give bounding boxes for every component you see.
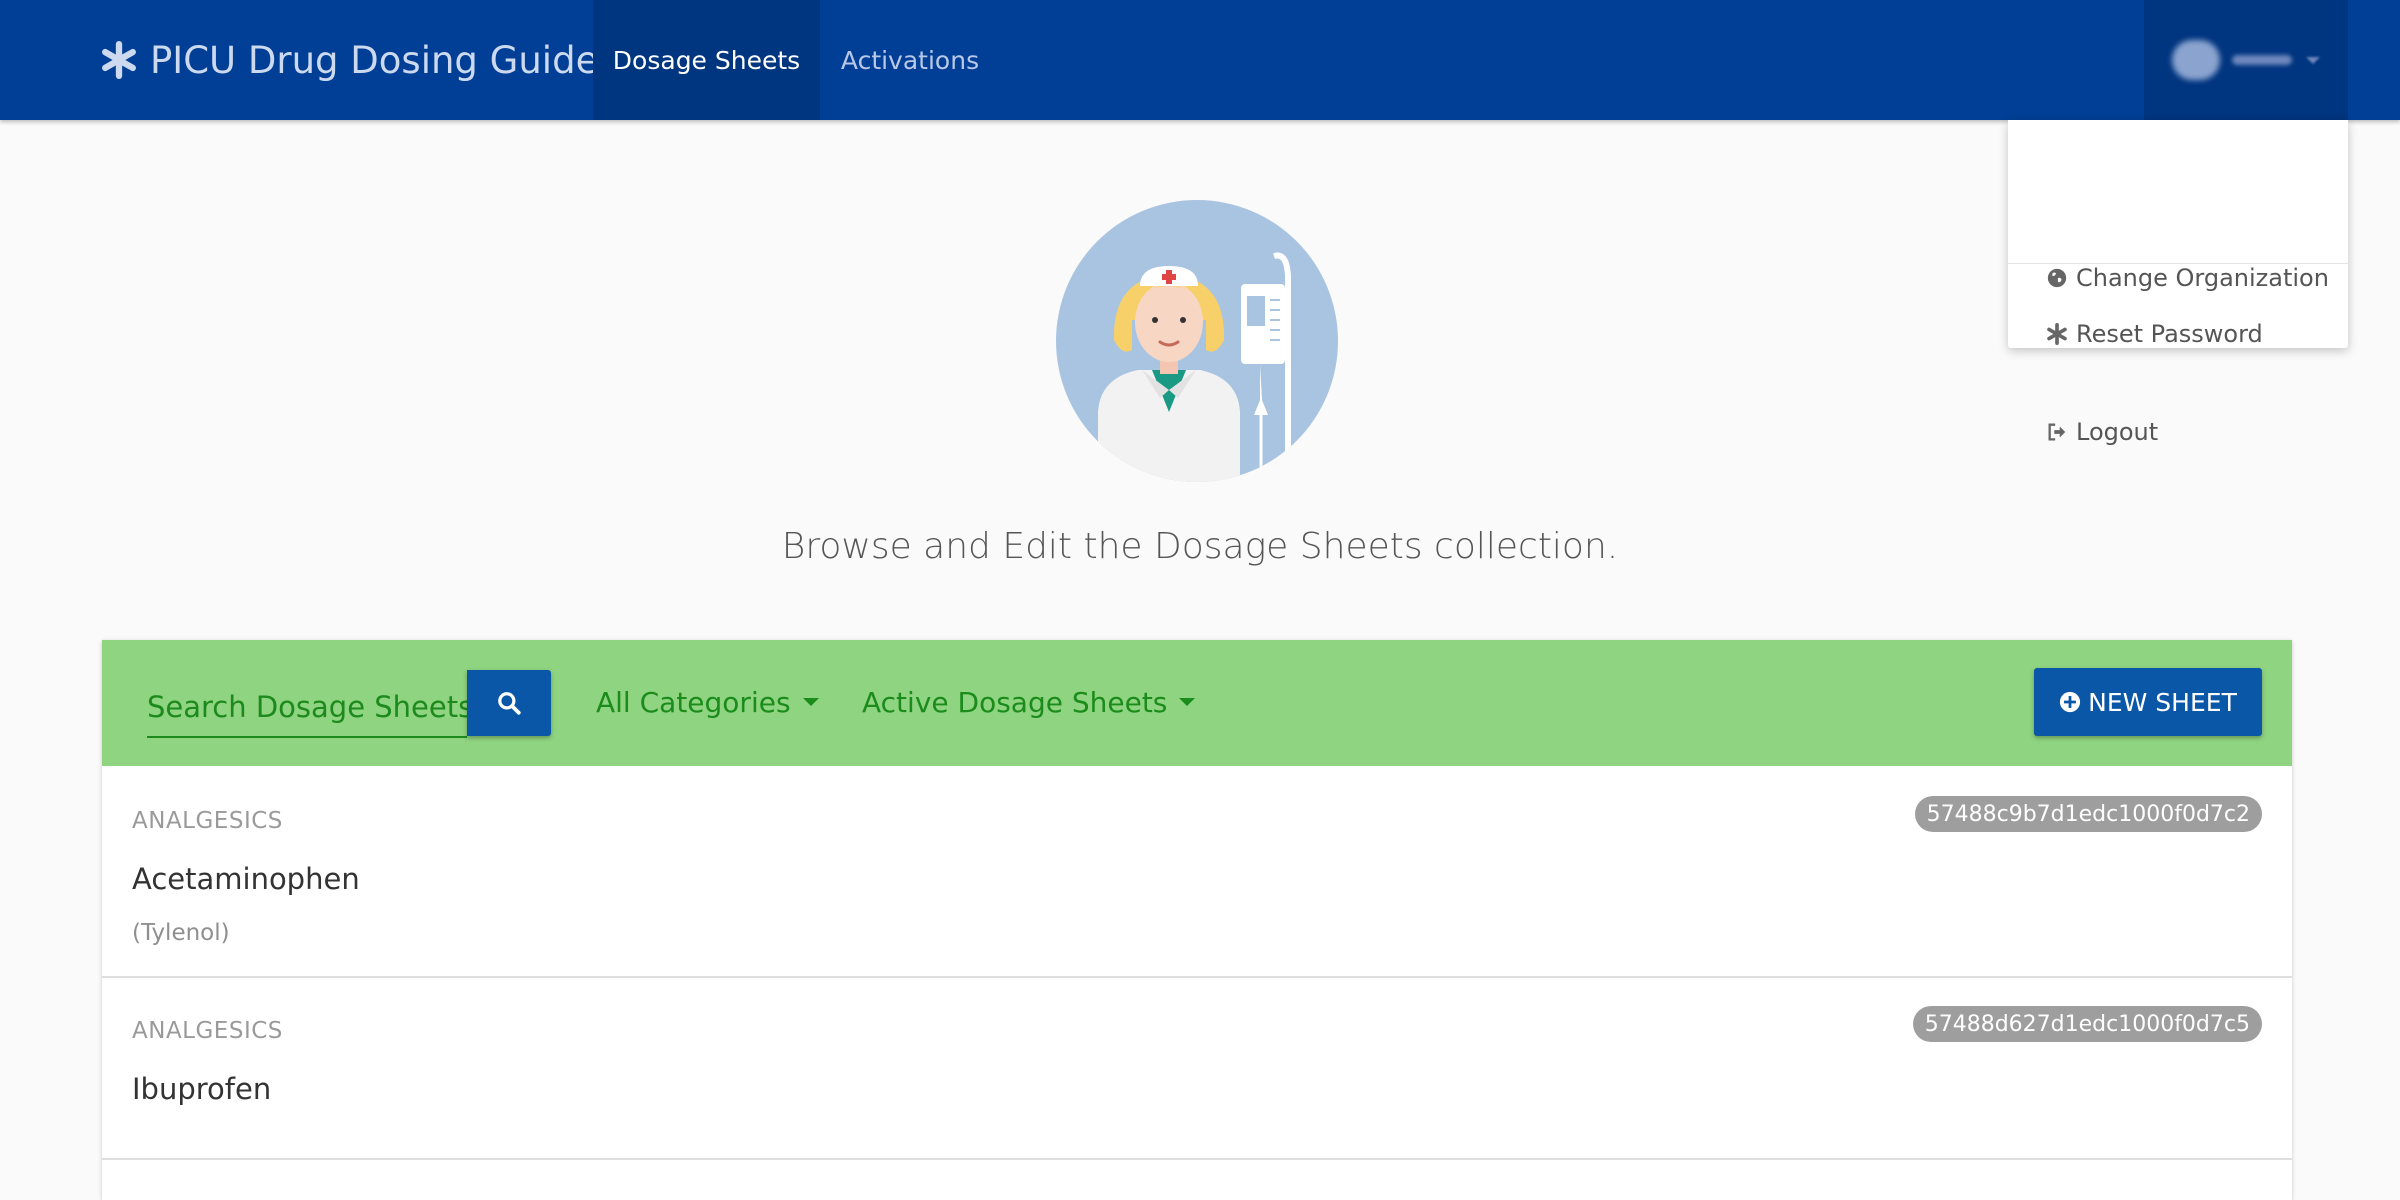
- page-tagline: Browse and Edit the Dosage Sheets collec…: [781, 526, 1619, 567]
- dosage-sheets-panel: All Categories Active Dosage Sheets NEW …: [102, 640, 2292, 1200]
- new-sheet-label: NEW SHEET: [2088, 687, 2237, 717]
- caret-down-icon: [802, 698, 819, 706]
- navbar: PICU Drug Dosing Guide Dosage Sheets Act…: [0, 0, 2400, 120]
- plus-circle-icon: [2060, 691, 2081, 713]
- status-filter-dropdown[interactable]: Active Dosage Sheets: [862, 680, 1196, 724]
- globe-icon: [2047, 268, 2067, 288]
- menu-item-label: Logout: [2076, 418, 2159, 446]
- user-name: [2232, 55, 2292, 65]
- caret-down-icon: [1179, 698, 1196, 706]
- sheet-category: ANALGESICS: [132, 808, 283, 834]
- sheet-alias: (Tylenol): [132, 920, 230, 946]
- status-filter-label: Active Dosage Sheets: [862, 685, 1168, 719]
- user-dropdown-menu: Change Organization Reset Password Logou…: [2008, 120, 2348, 446]
- sign-out-icon: [2048, 423, 2066, 441]
- tab-activations-label: Activations: [840, 45, 980, 75]
- tab-dosage-sheets[interactable]: Dosage Sheets: [593, 0, 820, 120]
- menu-item-logout[interactable]: Logout: [2046, 412, 2158, 452]
- chevron-down-icon: [2306, 56, 2320, 64]
- avatar: [2172, 40, 2220, 80]
- asterisk-icon: [2047, 323, 2067, 345]
- search-icon: [498, 692, 521, 715]
- menu-item-change-organization[interactable]: Change Organization: [2046, 258, 2329, 298]
- new-sheet-button[interactable]: NEW SHEET: [2034, 668, 2262, 736]
- sheet-id-badge: 57488c9b7d1edc1000f0d7c2: [1914, 796, 2262, 832]
- menu-item-label: Reset Password: [2076, 320, 2263, 348]
- tab-activations[interactable]: Activations: [820, 0, 1000, 120]
- search-button[interactable]: [467, 670, 551, 736]
- menu-divider: [2008, 263, 2348, 264]
- nurse-illustration: [1056, 200, 1338, 482]
- tab-dosage-sheets-label: Dosage Sheets: [612, 45, 801, 75]
- user-menu-toggle[interactable]: [2144, 0, 2348, 120]
- brand-link[interactable]: PICU Drug Dosing Guide: [100, 0, 598, 120]
- menu-item-label: Change Organization: [2076, 264, 2329, 292]
- category-filter-label: All Categories: [596, 685, 791, 719]
- sheet-name: Ibuprofen: [132, 1072, 272, 1106]
- category-filter-dropdown[interactable]: All Categories: [596, 680, 819, 724]
- toolbar: All Categories Active Dosage Sheets NEW …: [102, 640, 2292, 766]
- menu-item-reset-password[interactable]: Reset Password: [2046, 314, 2263, 354]
- brand-title: PICU Drug Dosing Guide: [150, 38, 599, 82]
- sheet-name: Acetaminophen: [132, 862, 360, 896]
- sheet-id-badge: 57488d627d1edc1000f0d7c5: [1912, 1006, 2262, 1042]
- list-item[interactable]: ANALGESICS Ibuprofen 57488d627d1edc1000f…: [102, 978, 2292, 1160]
- asterisk-icon: [102, 41, 136, 79]
- search-input[interactable]: [147, 678, 467, 738]
- list-item[interactable]: ANALGESICS Acetaminophen (Tylenol) 57488…: [102, 766, 2292, 978]
- sheet-category: ANALGESICS: [132, 1018, 283, 1044]
